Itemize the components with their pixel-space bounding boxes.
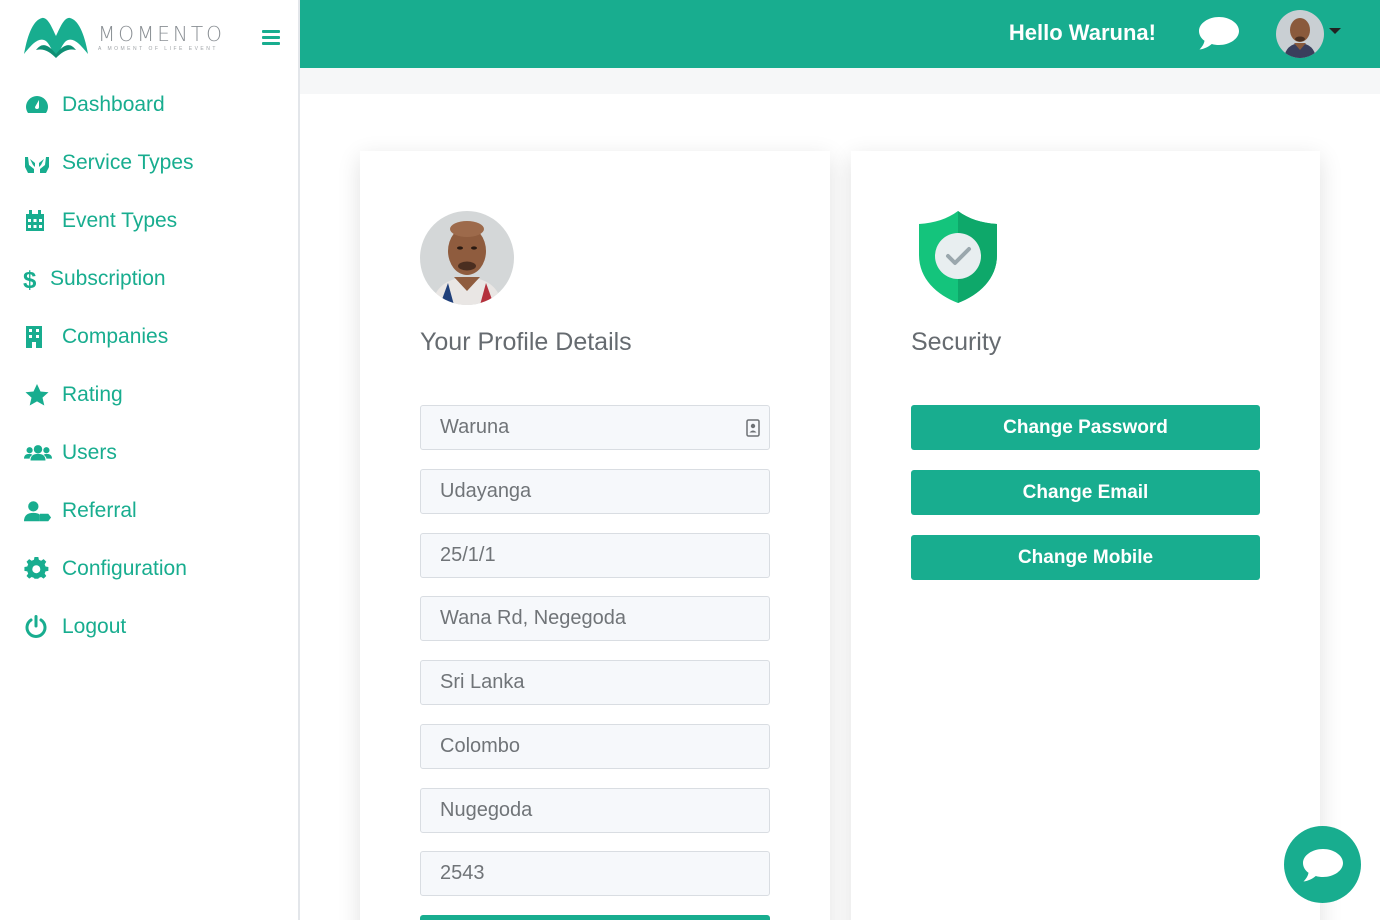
contact-card-icon[interactable]: [746, 419, 760, 437]
sidebar-item-logout[interactable]: Logout: [0, 598, 298, 656]
dollar-icon: $: [22, 267, 40, 291]
top-header: Hello Waruna!: [300, 0, 1380, 68]
chat-bubble-icon[interactable]: [1197, 14, 1241, 52]
sidebar-item-configuration[interactable]: Configuration: [0, 540, 298, 598]
security-card: Security Change Password Change Email Ch…: [851, 151, 1320, 920]
chevron-down-icon[interactable]: [1329, 28, 1341, 34]
chat-bubble-icon: [1302, 848, 1343, 881]
user-avatar[interactable]: [1276, 10, 1324, 58]
building-icon: [24, 325, 52, 349]
city-input[interactable]: [440, 799, 730, 822]
brand-name: MOMENTO: [98, 21, 225, 46]
country-field[interactable]: [420, 660, 770, 705]
star-icon: [24, 383, 52, 407]
sidebar-item-label: Rating: [62, 383, 123, 406]
sidebar-item-companies[interactable]: Companies: [0, 308, 298, 366]
profile-title: Your Profile Details: [420, 328, 632, 356]
profile-card: Your Profile Details: [360, 151, 830, 920]
district-field[interactable]: [420, 724, 770, 769]
country-input[interactable]: [440, 671, 730, 694]
address-line1-field[interactable]: [420, 533, 770, 578]
sidebar-item-users[interactable]: Users: [0, 424, 298, 482]
user-referral-icon: [24, 499, 52, 523]
postal-code-input[interactable]: [440, 862, 730, 885]
sidebar-item-label: Configuration: [62, 557, 187, 580]
sidebar-item-label: Referral: [62, 499, 137, 522]
sidebar-item-label: Service Types: [62, 151, 194, 174]
gear-icon: [24, 557, 52, 581]
last-name-field[interactable]: [420, 469, 770, 514]
district-input[interactable]: [440, 735, 730, 758]
sidebar-nav: Dashboard Service Types Event Types $ Su…: [0, 76, 298, 656]
change-mobile-button[interactable]: Change Mobile: [911, 535, 1260, 580]
first-name-field[interactable]: [420, 405, 770, 450]
address-line2-field[interactable]: [420, 596, 770, 641]
change-email-button[interactable]: Change Email: [911, 470, 1260, 515]
shield-check-icon: [919, 211, 997, 303]
menu-toggle-icon[interactable]: [262, 30, 280, 46]
profile-avatar[interactable]: [420, 211, 514, 305]
city-field[interactable]: [420, 788, 770, 833]
first-name-input[interactable]: [440, 416, 730, 439]
sidebar: MOMENTO A MOMENT OF LIFE EVENT Dashboard…: [0, 0, 300, 920]
tachometer-icon: [24, 93, 52, 117]
sidebar-item-rating[interactable]: Rating: [0, 366, 298, 424]
power-icon: [24, 615, 52, 639]
content-subbar: [300, 68, 1380, 94]
sidebar-item-dashboard[interactable]: Dashboard: [0, 76, 298, 134]
sidebar-item-label: Event Types: [62, 209, 178, 232]
brand-logo[interactable]: MOMENTO A MOMENT OF LIFE EVENT: [22, 14, 232, 60]
sidebar-item-subscription[interactable]: $ Subscription: [0, 250, 298, 308]
last-name-input[interactable]: [440, 480, 730, 503]
sidebar-item-referral[interactable]: Referral: [0, 482, 298, 540]
momento-logo-icon: [24, 17, 88, 58]
calendar-icon: [24, 209, 52, 233]
sidebar-item-label: Companies: [62, 325, 169, 348]
address-line1-input[interactable]: [440, 544, 730, 567]
users-icon: [24, 441, 52, 465]
postal-code-field[interactable]: [420, 851, 770, 896]
sidebar-item-label: Users: [62, 441, 117, 464]
svg-text:$: $: [23, 267, 37, 291]
profile-submit-button[interactable]: [420, 915, 770, 920]
brand-tagline: A MOMENT OF LIFE EVENT: [98, 45, 218, 52]
sidebar-item-label: Logout: [62, 615, 127, 638]
hands-icon: [24, 151, 52, 175]
sidebar-item-label: Subscription: [50, 267, 166, 290]
change-password-button[interactable]: Change Password: [911, 405, 1260, 450]
sidebar-item-event-types[interactable]: Event Types: [0, 192, 298, 250]
sidebar-item-service-types[interactable]: Service Types: [0, 134, 298, 192]
address-line2-input[interactable]: [440, 607, 730, 630]
live-chat-button[interactable]: [1284, 826, 1361, 903]
greeting-text: Hello Waruna!: [1008, 20, 1156, 45]
sidebar-item-label: Dashboard: [62, 93, 165, 116]
security-title: Security: [911, 328, 1002, 356]
